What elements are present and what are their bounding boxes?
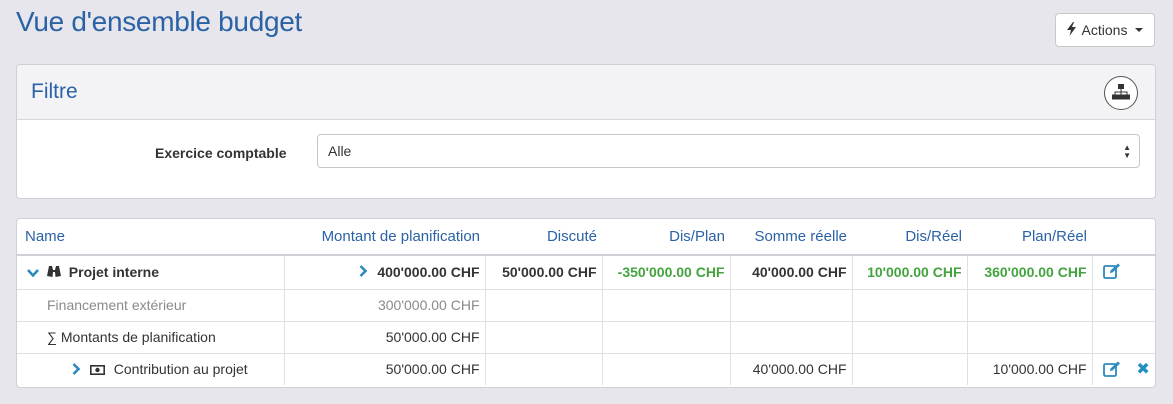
planned-cell: 400'000.00 CHF [283, 255, 485, 289]
dis-real-cell [851, 320, 967, 353]
plan-real-cell [966, 288, 1092, 321]
planned-value: 400'000.00 CHF [377, 264, 480, 281]
chevron-down-icon[interactable] [27, 265, 39, 281]
edit-icon[interactable] [1102, 263, 1121, 282]
dis-plan-cell [601, 320, 730, 353]
row-name-cell: Contribution au projet [17, 352, 284, 385]
money-icon [89, 362, 105, 378]
chevron-right-icon[interactable] [359, 264, 371, 280]
row-name-cell: ∑ Montants de planification [17, 320, 284, 353]
actions-label: Actions [1081, 22, 1128, 38]
hierarchy-button[interactable] [1104, 76, 1138, 110]
filter-panel: Filtre Exercice comptable Alle ▲ ▼ [16, 64, 1156, 199]
actual-cell [729, 320, 852, 353]
actual-cell: 40'000.00 CHF [729, 352, 852, 385]
col-header-actions [1092, 219, 1155, 256]
row-name-cell: Financement extérieur [17, 288, 284, 321]
plan-real-cell: 360'000.00 CHF [966, 255, 1092, 289]
actual-cell [729, 288, 852, 321]
row-name-cell: Projet interne [17, 255, 284, 289]
col-header-planned[interactable]: Montant de planification [284, 219, 485, 256]
col-header-dis-plan[interactable]: Dis/Plan [602, 219, 730, 256]
discussed-cell [484, 320, 602, 353]
discussed-cell: 50'000.00 CHF [484, 255, 602, 289]
filter-body: Exercice comptable Alle ▲ ▼ [17, 120, 1155, 198]
plan-real-cell [966, 320, 1092, 353]
plan-real-cell: 10'000.00 CHF [966, 352, 1092, 385]
dis-plan-cell [601, 288, 730, 321]
row-name[interactable]: Projet interne [69, 264, 159, 280]
table-header-row: Name Montant de planification Discuté Di… [17, 219, 1155, 256]
filter-header: Filtre [17, 65, 1155, 120]
table-row: Financement extérieur 300'000.00 CHF [17, 288, 1155, 321]
dis-real-cell: 10'000.00 CHF [851, 255, 967, 289]
planned-cell: 300'000.00 CHF [283, 288, 485, 321]
edit-icon[interactable] [1102, 361, 1121, 380]
dis-real-cell [851, 288, 967, 321]
col-header-name[interactable]: Name [17, 219, 284, 256]
dis-plan-cell: -350'000.00 CHF [601, 255, 730, 289]
col-header-discussed[interactable]: Discuté [485, 219, 602, 256]
planned-cell: 50'000.00 CHF [283, 352, 485, 385]
caret-down-icon [1135, 28, 1144, 32]
table-row: Projet interne 400'000.00 CHF 50'000.00 … [17, 255, 1155, 289]
col-header-dis-real[interactable]: Dis/Réel [852, 219, 967, 256]
bolt-icon [1066, 21, 1076, 39]
filter-title: Filtre [31, 80, 78, 103]
table-row: Contribution au projet 50'000.00 CHF 40'… [17, 352, 1155, 385]
table-row: ∑ Montants de planification 50'000.00 CH… [17, 320, 1155, 353]
binoculars-icon [46, 265, 61, 281]
row-actions-cell [1091, 288, 1155, 321]
fiscal-year-value: Alle [328, 143, 352, 159]
page-title: Vue d'ensemble budget [16, 6, 303, 37]
col-header-plan-real[interactable]: Plan/Réel [967, 219, 1092, 256]
sitemap-icon [1112, 83, 1130, 103]
fiscal-year-label: Exercice comptable [155, 145, 287, 161]
delete-icon[interactable]: ✖ [1136, 361, 1149, 378]
budget-table: Name Montant de planification Discuté Di… [17, 219, 1155, 385]
actual-cell: 40'000.00 CHF [729, 255, 852, 289]
row-actions-cell [1091, 255, 1155, 289]
planned-cell: 50'000.00 CHF [283, 320, 485, 353]
row-actions-cell [1091, 320, 1155, 353]
actions-button[interactable]: Actions [1055, 13, 1155, 47]
col-header-actual[interactable]: Somme réelle [730, 219, 852, 256]
dis-plan-cell [601, 352, 730, 385]
dis-real-cell [851, 352, 967, 385]
budget-table-panel: Name Montant de planification Discuté Di… [16, 218, 1156, 388]
chevron-right-icon[interactable] [72, 362, 81, 378]
fiscal-year-select[interactable]: Alle ▲ ▼ [317, 134, 1140, 168]
select-arrows-icon: ▲ ▼ [1123, 143, 1131, 160]
discussed-cell [484, 352, 602, 385]
row-name[interactable]: Contribution au projet [114, 361, 248, 377]
discussed-cell [484, 288, 602, 321]
row-actions-cell: ✖ [1091, 352, 1155, 385]
